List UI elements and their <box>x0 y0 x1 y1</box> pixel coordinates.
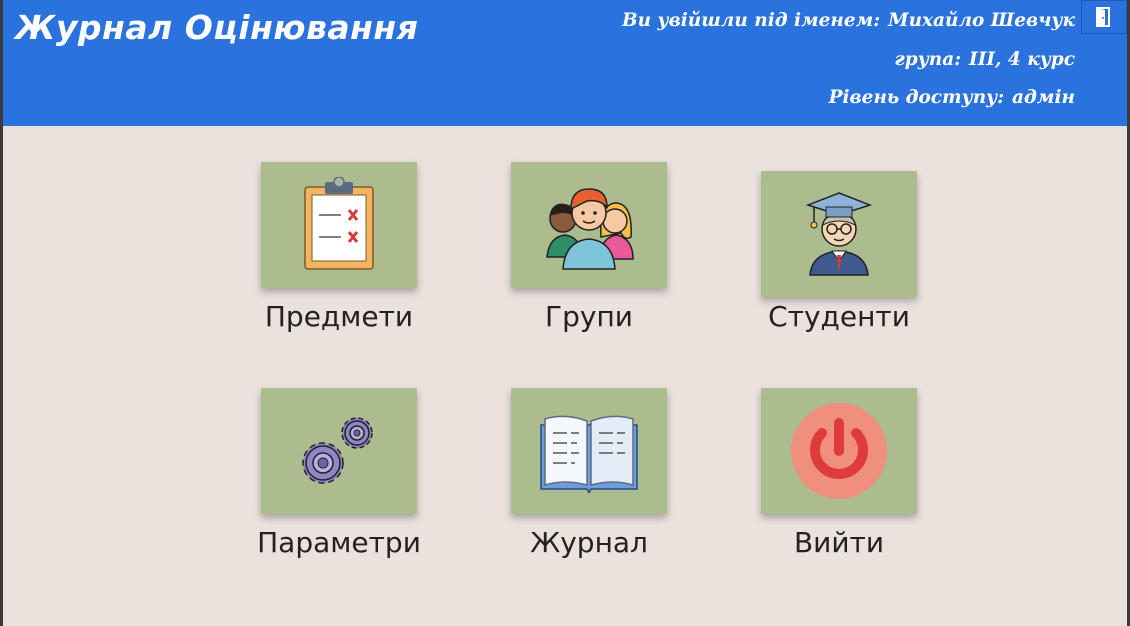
user-access-label: Рівень доступу: <box>828 87 1005 108</box>
tile-label-settings: Параметри <box>257 526 421 559</box>
user-info: Ви увійшли під іменем: Михайло Шевчук гру… <box>622 8 1075 124</box>
tile-students[interactable] <box>761 171 917 297</box>
power-icon <box>791 403 887 499</box>
people-group-icon <box>546 188 634 270</box>
gears-icon <box>302 417 373 484</box>
tile-exit[interactable] <box>761 388 917 514</box>
door-exit-icon <box>1096 7 1110 27</box>
user-group-row: група: ІІІ, 4 курс <box>622 47 1075 86</box>
user-name: Михайло Шевчук <box>888 10 1075 31</box>
tile-journal[interactable] <box>511 388 667 514</box>
tile-label-exit: Вийти <box>793 526 885 559</box>
user-name-label: Ви увійшли під іменем: <box>622 10 881 31</box>
graduate-student-icon <box>805 192 873 276</box>
user-name-row: Ви увійшли під іменем: Михайло Шевчук <box>622 8 1075 47</box>
tile-subjects[interactable] <box>261 162 417 288</box>
tile-label-journal: Журнал <box>530 526 648 559</box>
tile-groups[interactable] <box>511 162 667 288</box>
user-group: ІІІ, 4 курс <box>969 48 1075 70</box>
clipboard-icon <box>304 177 374 270</box>
user-group-label: група: <box>894 48 962 70</box>
tile-settings[interactable] <box>261 388 417 514</box>
user-access: адмін <box>1012 87 1075 108</box>
logout-corner-button[interactable] <box>1081 0 1127 34</box>
header-bar: Журнал Оцінювання Ви увійшли під іменем:… <box>3 0 1127 126</box>
tile-label-subjects: Предмети <box>264 300 414 333</box>
main-window: Журнал Оцінювання Ви увійшли під іменем:… <box>3 0 1127 626</box>
open-book-icon <box>540 415 638 493</box>
app-title: Журнал Оцінювання <box>15 8 419 47</box>
tile-label-students: Студенти <box>768 300 910 333</box>
user-access-row: Рівень доступу: адмін <box>622 85 1075 124</box>
tile-label-groups: Групи <box>545 300 633 333</box>
